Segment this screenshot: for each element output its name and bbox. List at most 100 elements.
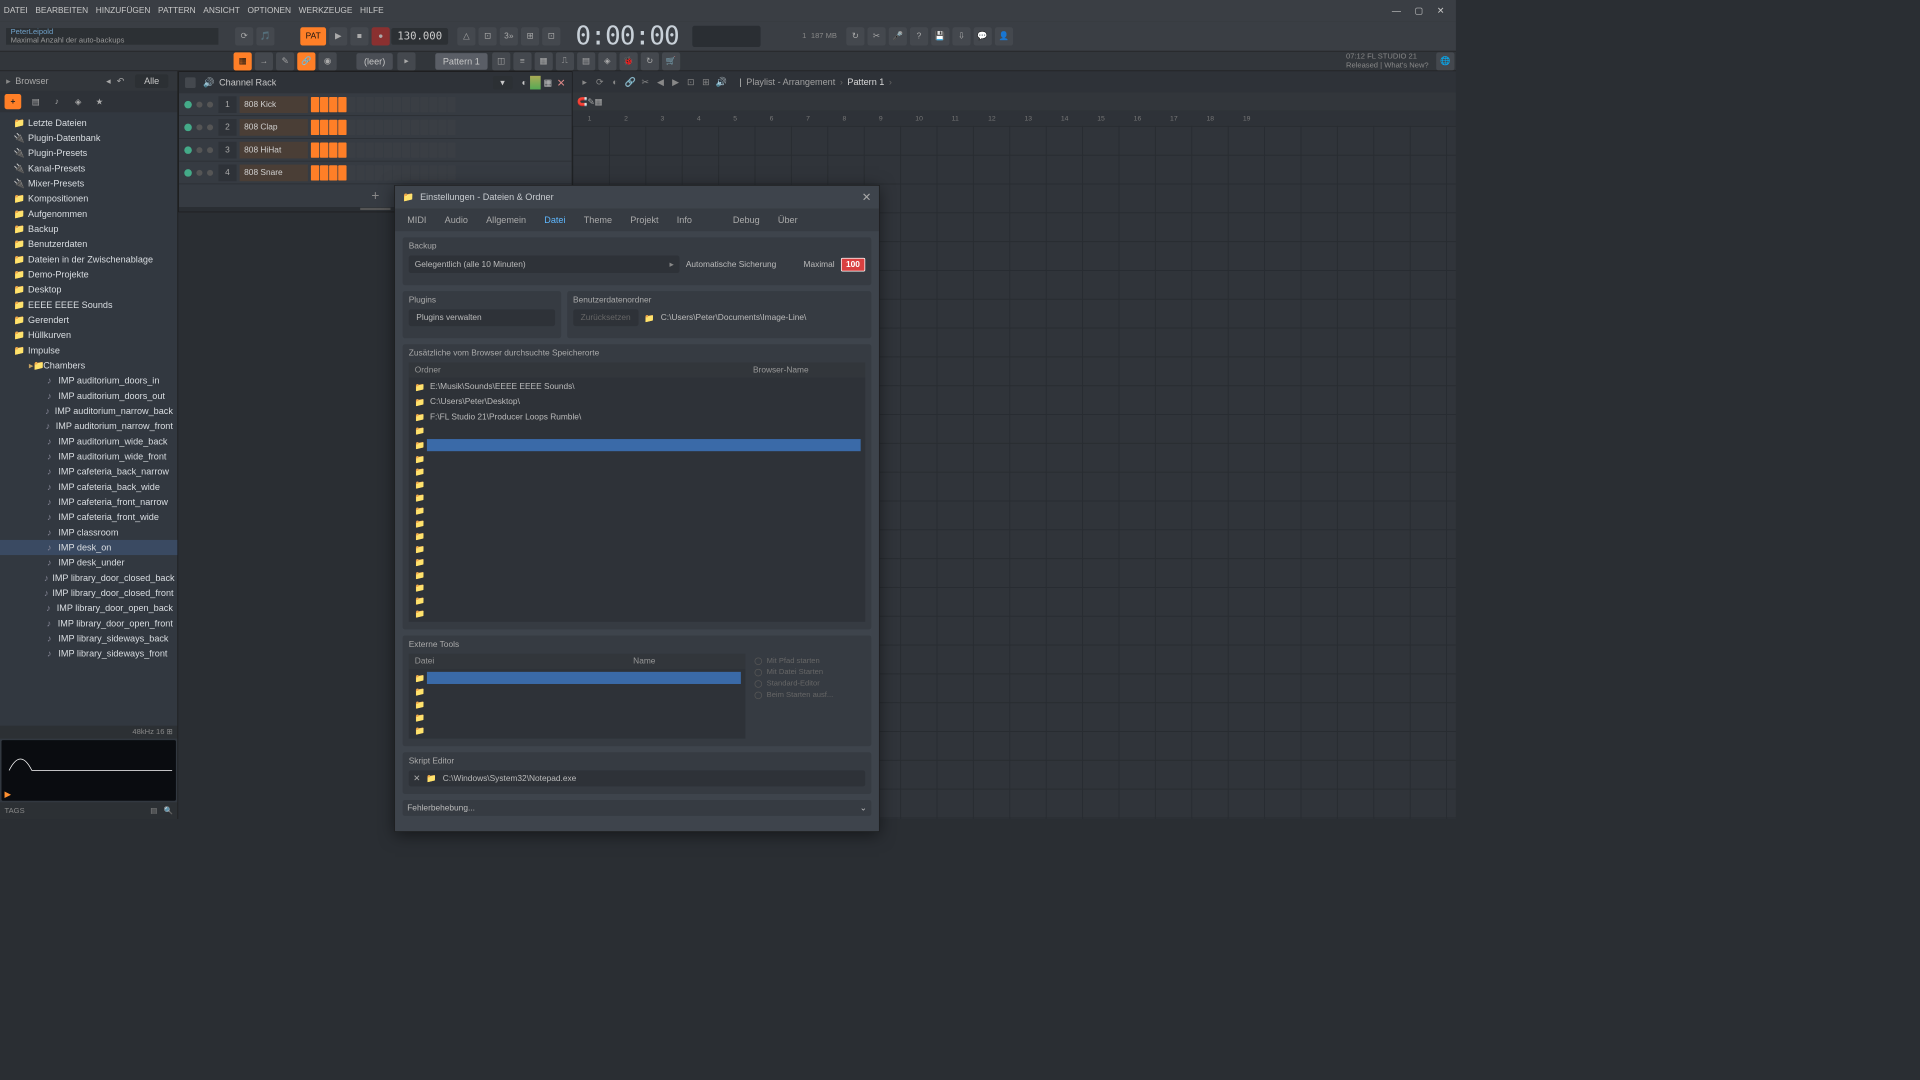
- tree-item[interactable]: 📁Impulse: [0, 343, 177, 358]
- browser-filter[interactable]: Alle: [135, 74, 168, 88]
- folder-icon[interactable]: 📁: [413, 426, 427, 436]
- folder-icon[interactable]: 📁: [413, 480, 427, 490]
- browser-sound-icon[interactable]: ♪: [50, 95, 64, 109]
- stop-icon[interactable]: ■: [350, 27, 368, 45]
- max-backups-field[interactable]: 100: [841, 257, 866, 271]
- browser-add-button[interactable]: +: [5, 94, 22, 109]
- folder-icon[interactable]: 📁: [413, 412, 427, 422]
- mic-icon[interactable]: 🎤: [889, 27, 907, 45]
- searchpath-row[interactable]: 📁: [410, 569, 863, 582]
- folder-icon[interactable]: 📁: [413, 493, 427, 503]
- folder-icon[interactable]: 📁: [413, 583, 427, 593]
- step[interactable]: [366, 97, 374, 112]
- step[interactable]: [384, 165, 392, 180]
- channel-name[interactable]: 808 Snare: [240, 164, 308, 181]
- tree-impulse-item[interactable]: ♪IMP cafeteria_back_narrow: [0, 464, 177, 479]
- tree-impulse-item[interactable]: ♪IMP auditorium_narrow_back: [0, 403, 177, 418]
- folder-icon[interactable]: 📁: [413, 519, 427, 529]
- exttool-option[interactable]: Standard-Editor: [755, 679, 863, 687]
- step[interactable]: [329, 165, 337, 180]
- tree-impulse-item[interactable]: ♪IMP library_door_open_front: [0, 616, 177, 631]
- tree-impulse-item[interactable]: ♪IMP classroom: [0, 525, 177, 540]
- view-link-icon[interactable]: 🔗: [297, 52, 315, 70]
- tree-item[interactable]: 🔌Plugin-Datenbank: [0, 130, 177, 145]
- speaker-icon[interactable]: 🔊: [203, 77, 214, 88]
- channel-mute[interactable]: [196, 124, 202, 130]
- step[interactable]: [384, 97, 392, 112]
- step[interactable]: [447, 119, 455, 134]
- pl-icon-7[interactable]: ▶: [670, 76, 682, 88]
- tree-item[interactable]: 📁Dateien in der Zwischenablage: [0, 252, 177, 267]
- metronome-icon[interactable]: 🎵: [256, 27, 274, 45]
- cr-group-selector[interactable]: ▾: [493, 76, 513, 90]
- pl-icon-2[interactable]: ⟳: [594, 76, 606, 88]
- searchpath-row[interactable]: 📁: [410, 438, 863, 453]
- channel-number[interactable]: 2: [218, 119, 236, 136]
- folder-icon[interactable]: 📁: [413, 609, 427, 619]
- searchpath-row[interactable]: 📁: [410, 466, 863, 479]
- menu-hinzufuegen[interactable]: HINZUFÜGEN: [96, 6, 151, 15]
- channel-led[interactable]: [184, 169, 192, 177]
- view-stamp-icon[interactable]: ◉: [318, 52, 336, 70]
- cr-close-icon[interactable]: ✕: [557, 76, 566, 89]
- export-icon[interactable]: ⇩: [952, 27, 970, 45]
- step[interactable]: [384, 119, 392, 134]
- exttool-option[interactable]: Mit Pfad starten: [755, 657, 863, 665]
- step[interactable]: [320, 119, 328, 134]
- tree-impulse-item[interactable]: ♪IMP cafeteria_back_wide: [0, 479, 177, 494]
- browser-fx-icon[interactable]: ◈: [71, 95, 85, 109]
- tree-impulse-item[interactable]: ♪IMP auditorium_wide_front: [0, 449, 177, 464]
- pattern-play-icon[interactable]: ▸: [397, 52, 415, 70]
- settings-tab-über[interactable]: Über: [769, 210, 807, 230]
- step[interactable]: [393, 97, 401, 112]
- step[interactable]: [329, 97, 337, 112]
- searchpath-row[interactable]: 📁: [410, 595, 863, 608]
- cr-view-icon[interactable]: ▦: [544, 77, 553, 88]
- folder-icon[interactable]: 📁: [413, 557, 427, 567]
- tree-chambers[interactable]: ▸📁Chambers: [0, 358, 177, 373]
- menu-optionen[interactable]: OPTIONEN: [247, 6, 291, 15]
- bug-icon[interactable]: 🐞: [619, 52, 637, 70]
- step[interactable]: [356, 165, 364, 180]
- view-b-icon[interactable]: ≡: [513, 52, 531, 70]
- step[interactable]: [420, 142, 428, 157]
- folder-icon[interactable]: 📁: [413, 687, 427, 697]
- menu-hilfe[interactable]: HILFE: [360, 6, 384, 15]
- tree-impulse-item[interactable]: ♪IMP library_sideways_back: [0, 631, 177, 646]
- plugin-icon[interactable]: ◈: [598, 52, 616, 70]
- pl-tool-magnet[interactable]: 🧲: [577, 97, 587, 107]
- step[interactable]: [356, 119, 364, 134]
- tree-impulse-item[interactable]: ♪IMP auditorium_wide_back: [0, 434, 177, 449]
- channel-mute[interactable]: [196, 101, 202, 107]
- tree-item[interactable]: 🔌Plugin-Presets: [0, 146, 177, 161]
- pl-icon-9[interactable]: ⊞: [700, 76, 712, 88]
- tree-item[interactable]: 🔌Mixer-Presets: [0, 176, 177, 191]
- tree-impulse-item[interactable]: ♪IMP auditorium_doors_in: [0, 373, 177, 388]
- tree-item[interactable]: 📁Aufgenommen: [0, 206, 177, 221]
- step[interactable]: [366, 119, 374, 134]
- step[interactable]: [402, 142, 410, 157]
- tree-item[interactable]: 📁Demo-Projekte: [0, 267, 177, 282]
- exttool-row[interactable]: 📁: [410, 724, 744, 737]
- searchpath-row[interactable]: 📁: [410, 491, 863, 504]
- searchpath-row[interactable]: 📁: [410, 478, 863, 491]
- tree-impulse-item[interactable]: ♪IMP auditorium_doors_out: [0, 388, 177, 403]
- tree-impulse-item[interactable]: ♪IMP desk_under: [0, 555, 177, 570]
- debug-expand[interactable]: Fehlerbehebung... ⌄: [403, 800, 872, 816]
- step[interactable]: [438, 97, 446, 112]
- settings-tab-midi[interactable]: MIDI: [398, 210, 435, 230]
- step[interactable]: [338, 142, 346, 157]
- step[interactable]: [375, 119, 383, 134]
- channel-solo[interactable]: [207, 169, 213, 175]
- step[interactable]: [320, 165, 328, 180]
- menu-werkzeuge[interactable]: WERKZEUGE: [299, 6, 353, 15]
- folder-icon[interactable]: 📁: [413, 570, 427, 580]
- settings-titlebar[interactable]: 📁 Einstellungen - Dateien & Ordner ✕: [395, 186, 879, 209]
- channel-number[interactable]: 4: [218, 164, 236, 181]
- refresh-icon[interactable]: ↻: [641, 52, 659, 70]
- step[interactable]: [356, 142, 364, 157]
- tempo-display[interactable]: 130.000: [391, 28, 448, 45]
- folder-icon[interactable]: 📁: [413, 726, 427, 736]
- pl-icon-10[interactable]: 🔊: [715, 76, 727, 88]
- pl-icon-3[interactable]: ◐: [609, 76, 621, 88]
